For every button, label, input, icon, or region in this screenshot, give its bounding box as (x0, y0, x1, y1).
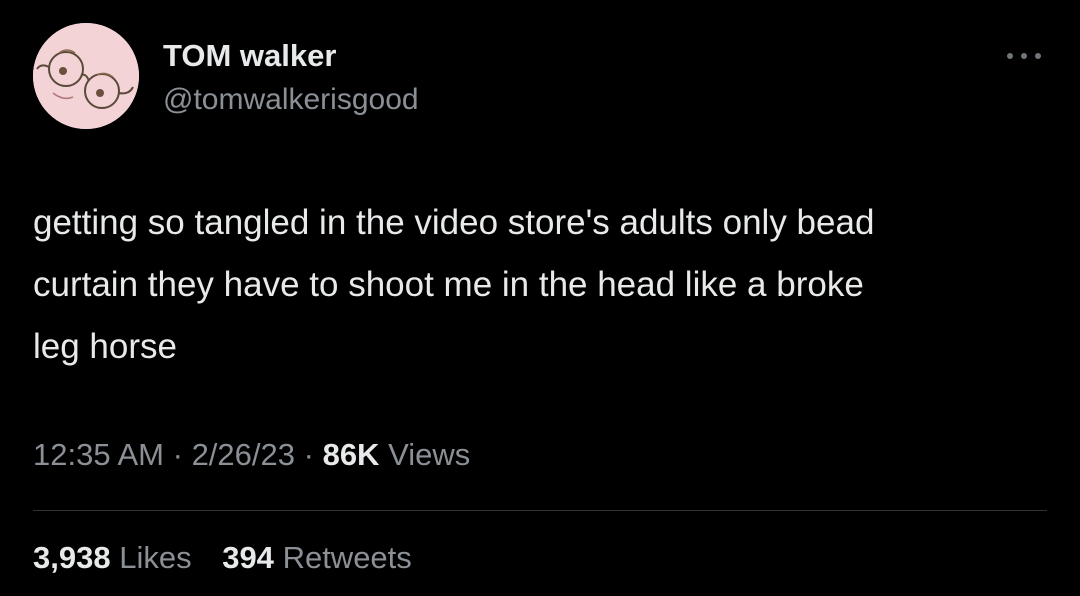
user-handle[interactable]: @tomwalkerisgood (163, 82, 419, 118)
divider (33, 510, 1047, 511)
meta-separator: · (172, 437, 183, 472)
likes-count: 3,938 (33, 540, 111, 575)
engagement-stats: 3,938 Likes 394 Retweets (33, 538, 434, 578)
tweet-time[interactable]: 12:35 AM (33, 437, 164, 472)
views-label: Views (388, 437, 471, 472)
glasses-avatar-icon (33, 23, 139, 129)
more-options-button[interactable] (1001, 42, 1047, 68)
retweets-label: Retweets (282, 540, 412, 575)
likes-stat[interactable]: 3,938 Likes (33, 538, 192, 578)
views-count: 86K (322, 437, 380, 472)
meta-separator: · (303, 437, 314, 472)
retweets-stat[interactable]: 394 Retweets (222, 538, 412, 578)
tweet-card: TOM walker @tomwalkerisgood getting so t… (0, 0, 1080, 596)
tweet-date[interactable]: 2/26/23 (192, 437, 295, 472)
display-name[interactable]: TOM walker (163, 38, 336, 74)
tweet-text: getting so tangled in the video store's … (33, 203, 875, 366)
likes-label: Likes (119, 540, 192, 575)
retweets-count: 394 (222, 540, 274, 575)
avatar[interactable] (33, 23, 139, 129)
tweet-metadata: 12:35 AM · 2/26/23 · 86K Views (33, 435, 470, 475)
